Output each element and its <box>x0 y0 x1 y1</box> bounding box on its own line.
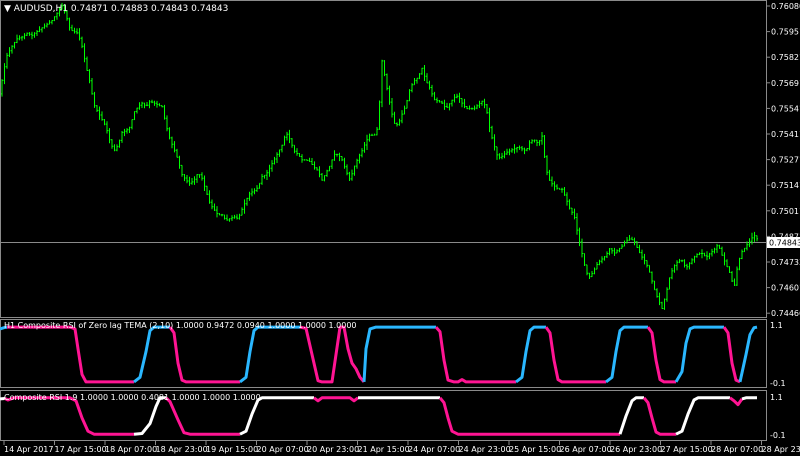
price-candles <box>1 2 758 310</box>
time-tick-label: 20 Apr 07:00 <box>257 445 309 454</box>
ind2-bottom-label: -0.1 <box>770 431 786 440</box>
price-tick-label: 0.75271 <box>771 156 800 165</box>
main-pane-border <box>0 0 767 318</box>
ind2-up-segment <box>239 396 314 436</box>
price-tick-label: 0.75951 <box>771 28 800 37</box>
ind2-down-segment <box>4 396 134 436</box>
ind2-up-segment <box>618 396 644 435</box>
ind1-down-segment <box>7 325 134 384</box>
price-tick-label: 0.74466 <box>771 309 800 318</box>
ind1-down-segment <box>434 326 516 384</box>
ind1-bottom-label: -0.1 <box>770 379 786 388</box>
current-price-label: 0.74843 <box>769 239 800 248</box>
ind1-lines <box>0 325 758 384</box>
time-tick-label: 20 Apr 23:00 <box>307 445 359 454</box>
ind2-up-segment <box>133 396 166 436</box>
ind2-down-segment <box>313 396 359 403</box>
time-tick-label: 25 Apr 15:00 <box>509 445 561 454</box>
price-tick-label: 0.75691 <box>771 79 800 88</box>
time-tick-label: 28 Apr 07:00 <box>711 445 763 454</box>
ind2-down-segment <box>164 396 240 436</box>
time-tick-label: 27 Apr 15:00 <box>661 445 713 454</box>
price-tick-label: 0.75411 <box>771 130 800 139</box>
ind2-down-segment <box>438 396 620 436</box>
ind2-down-segment <box>729 396 744 407</box>
ind1-down-segment <box>646 326 676 384</box>
time-tick-label: 28 Apr 23:00 <box>762 445 800 454</box>
main-header: ▼ AUDUSD,H1 0.74871 0.74883 0.74843 0.74… <box>4 4 228 14</box>
price-tick-label: 0.75011 <box>771 207 800 216</box>
price-tick-label: 0.74733 <box>771 258 800 267</box>
time-tick-label: 26 Apr 07:00 <box>560 445 612 454</box>
ind1-up-segment <box>515 325 546 384</box>
ind1-up-segment <box>674 325 724 383</box>
ind1-down-segment <box>722 326 741 384</box>
time-tick-label: 24 Apr 07:00 <box>408 445 460 454</box>
price-tick-label: 0.75821 <box>771 53 800 62</box>
time-tick-label: 24 Apr 23:00 <box>459 445 511 454</box>
mt4-chart-window[interactable]: 0.76080 0.75951 0.75821 0.75691 0.75541 0.754… <box>0 0 800 456</box>
price-tick-label: 0.75541 <box>771 104 800 113</box>
ind1-up-segment <box>362 325 436 382</box>
ind2-top-label: 1.1 <box>770 393 783 402</box>
ind2-up-segment <box>675 396 730 436</box>
ind1-up-segment <box>239 325 300 384</box>
price-tick-label: 0.75141 <box>771 181 800 190</box>
price-tick-label: 0.76080 <box>771 2 800 11</box>
price-axis: 0.76080 0.75951 0.75821 0.75691 0.75541 0.754… <box>766 2 800 318</box>
ind2-down-segment <box>642 396 676 436</box>
price-tick-label: 0.74601 <box>771 284 800 293</box>
ind1-header: H1 Composite RSI of Zero lag TEMA (2,10)… <box>4 321 357 330</box>
time-tick-label: 18 Apr 07:00 <box>105 445 157 454</box>
time-tick-label: 14 Apr 2017 <box>4 445 53 454</box>
time-axis: 14 Apr 2017 17 Apr 15:0018 Apr 07:0018 Ap… <box>3 441 800 454</box>
ind1-down-segment <box>299 325 366 384</box>
chart-canvas[interactable]: 0.76080 0.75951 0.75821 0.75691 0.75541 0.754… <box>0 0 800 456</box>
ind1-up-segment <box>133 325 170 384</box>
time-tick-label: 21 Apr 15:00 <box>358 445 410 454</box>
pane-borders <box>0 0 767 441</box>
time-tick-label: 19 Apr 15:00 <box>206 445 258 454</box>
ind1-up-segment <box>738 325 758 383</box>
ind2-lines <box>0 396 757 436</box>
ind2-up-segment <box>741 396 757 401</box>
ind2-header: Composite RSI 1.9 1.0000 1.0000 0.4081 1… <box>4 393 261 402</box>
time-tick-label: 18 Apr 23:00 <box>156 445 208 454</box>
ind1-top-label: 1.1 <box>770 321 783 330</box>
ind1-down-segment <box>168 326 240 384</box>
time-tick-label: 17 Apr 15:00 <box>55 445 107 454</box>
ind1-down-segment <box>544 326 606 384</box>
time-tick-label: 26 Apr 23:00 <box>610 445 662 454</box>
ind1-up-segment <box>605 325 648 384</box>
